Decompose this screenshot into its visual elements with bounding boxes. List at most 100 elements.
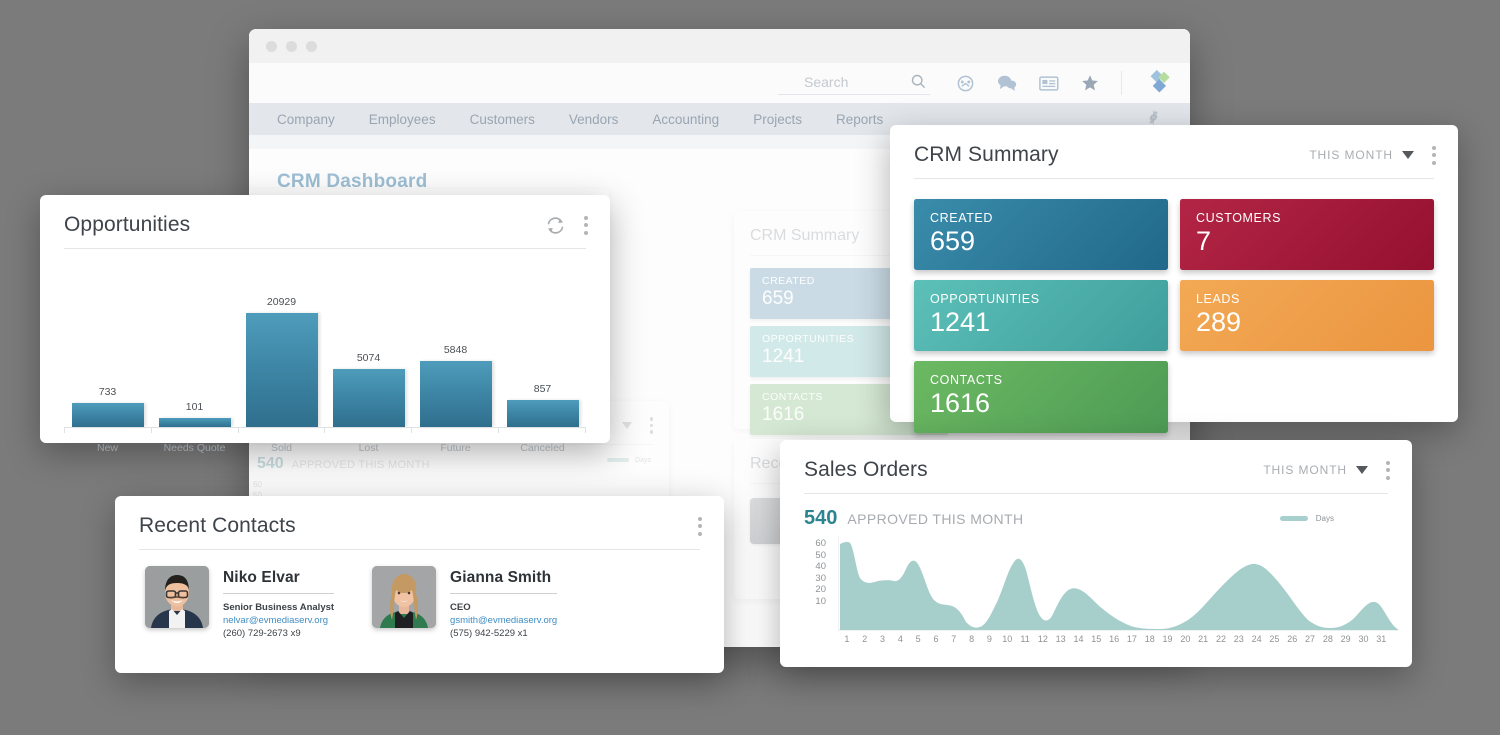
diamond-logo-icon[interactable] — [1144, 68, 1174, 98]
x-tick: 12 — [1037, 634, 1048, 644]
tile-label: CUSTOMERS — [1196, 211, 1282, 225]
x-tick: 2 — [862, 634, 868, 644]
tile-created[interactable]: CREATED 659 — [914, 199, 1168, 271]
toolbar-icon-group — [956, 68, 1174, 98]
y-tick: 50 — [815, 549, 826, 561]
tile-label: CONTACTS — [930, 373, 1003, 388]
nav-item-accounting[interactable]: Accounting — [652, 112, 719, 127]
category-label: New — [96, 442, 118, 454]
x-tick: 20 — [1180, 634, 1191, 644]
crm-summary-header: CRM Summary THIS MONTH — [890, 125, 1458, 167]
window-maximize-dot[interactable] — [306, 40, 317, 52]
period-label: THIS MONTH — [1263, 463, 1347, 477]
tile-value: 659 — [930, 226, 976, 256]
x-tick: 23 — [1233, 634, 1244, 644]
x-axis-labels: 1 2 3 4 5 6 7 8 9 10 11 12 13 14 15 16 1… — [838, 634, 1390, 644]
tile-contacts[interactable]: CONTACTS 1616 — [914, 361, 1168, 433]
x-tick: 18 — [1144, 634, 1155, 644]
x-tick: 22 — [1215, 634, 1226, 644]
opportunities-category-labels: New Needs Quote Sold Lost Future Cancele… — [64, 433, 586, 454]
contact-divider — [450, 593, 558, 594]
kebab-menu-icon[interactable] — [698, 516, 702, 536]
bar-future[interactable] — [419, 361, 492, 427]
kebab-menu-icon[interactable] — [584, 215, 588, 235]
approved-count: 540 — [804, 507, 838, 529]
contact-email[interactable]: gsmith@evmediaserv.org — [450, 614, 557, 627]
category-label: Sold — [270, 442, 292, 454]
kebab-menu-icon[interactable] — [649, 417, 653, 434]
nav-item-vendors[interactable]: Vendors — [569, 112, 619, 127]
contact-email[interactable]: nelvar@evmediaserv.org — [223, 614, 334, 627]
search-input[interactable]: Search — [778, 72, 930, 95]
nav-item-customers[interactable]: Customers — [470, 112, 535, 127]
search-icon[interactable] — [911, 74, 926, 89]
bar-column: 20929 — [238, 277, 325, 427]
nav-item-company[interactable]: Company — [277, 112, 335, 127]
x-tick: 27 — [1305, 634, 1316, 644]
period-selector[interactable]: THIS MONTH — [1263, 463, 1368, 477]
contact-phone: (575) 942-5229 x1 — [450, 628, 528, 639]
contact-divider — [223, 593, 335, 594]
sales-orders-area-chart: 60 50 40 30 20 10 1 2 3 4 5 6 7 8 9 10 1… — [804, 536, 1398, 648]
nav-item-reports[interactable]: Reports — [836, 112, 883, 127]
x-tick: 5 — [915, 634, 921, 644]
tile-opportunities[interactable]: OPPORTUNITIES 1241 — [914, 280, 1168, 352]
kebab-menu-icon[interactable] — [1432, 145, 1436, 165]
crm-summary-tiles: CREATED 659 CUSTOMERS 7 OPPORTUNITIES 12… — [890, 179, 1458, 433]
list-item[interactable]: Gianna Smith CEO gsmith@evmediaserv.org … — [372, 566, 558, 640]
bar-column: 733 — [64, 277, 151, 427]
tile-customers[interactable]: CUSTOMERS 7 — [1180, 199, 1434, 271]
bar-column: 5074 — [325, 277, 412, 427]
bar-value: 857 — [533, 383, 552, 395]
legend-swatch — [1279, 516, 1308, 521]
tile-value: 289 — [1196, 307, 1242, 338]
period-selector[interactable]: THIS MONTH — [1309, 148, 1414, 162]
bar-new[interactable] — [71, 403, 144, 427]
sales-orders-title: Sales Orders — [804, 458, 928, 481]
bar-column: 857 — [499, 277, 586, 427]
opportunities-title: Opportunities — [64, 213, 191, 236]
tile-label: CREATED — [930, 211, 994, 225]
bar-needs-quote[interactable] — [158, 418, 231, 427]
x-tick: 14 — [1073, 634, 1084, 644]
refresh-icon[interactable] — [545, 215, 566, 236]
list-item[interactable]: Niko Elvar Senior Business Analyst nelva… — [145, 566, 335, 640]
nav-item-employees[interactable]: Employees — [369, 112, 436, 127]
x-tick: 30 — [1358, 634, 1369, 644]
chevron-down-icon[interactable] — [1402, 151, 1414, 159]
screenshot-stage: Search Company Employees Customers Vendo… — [0, 0, 1500, 735]
window-close-dot[interactable] — [266, 40, 277, 52]
window-minimize-dot[interactable] — [286, 40, 297, 52]
crm-summary-card: CRM Summary THIS MONTH CREATED 659 CUSTO… — [890, 125, 1458, 433]
star-icon[interactable] — [1081, 74, 1099, 92]
opportunities-card: Opportunities 733 101 20929 5074 5848 85… — [40, 195, 610, 454]
nav-item-projects[interactable]: Projects — [753, 112, 802, 127]
recent-contacts-header: Recent Contacts — [115, 496, 724, 538]
y-tick: 10 — [815, 595, 826, 607]
chevron-down-icon[interactable] — [1356, 466, 1368, 474]
x-tick: 9 — [986, 634, 992, 644]
tile-leads[interactable]: LEADS 289 — [1180, 280, 1434, 352]
kebab-menu-icon[interactable] — [1386, 460, 1390, 480]
contact-name: Niko Elvar — [223, 569, 300, 586]
approved-label: APPROVED THIS MONTH — [847, 511, 1024, 527]
x-tick: 1 — [844, 634, 850, 644]
card-icon[interactable] — [1039, 75, 1059, 91]
chat-icon[interactable] — [997, 74, 1017, 92]
x-tick: 24 — [1251, 634, 1262, 644]
contact-role: Senior Business Analyst — [223, 602, 335, 613]
x-tick: 8 — [969, 634, 975, 644]
x-tick: 15 — [1091, 634, 1102, 644]
window-titlebar — [249, 29, 1190, 63]
bar-sold[interactable] — [245, 313, 318, 427]
sales-orders-header: Sales Orders THIS MONTH — [780, 440, 1412, 482]
tile-value: 1241 — [930, 307, 991, 338]
bar-lost[interactable] — [332, 369, 405, 427]
y-tick: 40 — [815, 561, 826, 572]
contact-info: Gianna Smith CEO gsmith@evmediaserv.org … — [450, 566, 558, 640]
x-tick: 26 — [1287, 634, 1298, 644]
contact-phone: (260) 729-2673 x9 — [223, 628, 301, 639]
x-tick: 17 — [1126, 634, 1137, 644]
gauge-icon[interactable] — [956, 74, 975, 93]
bar-canceled[interactable] — [506, 400, 579, 427]
